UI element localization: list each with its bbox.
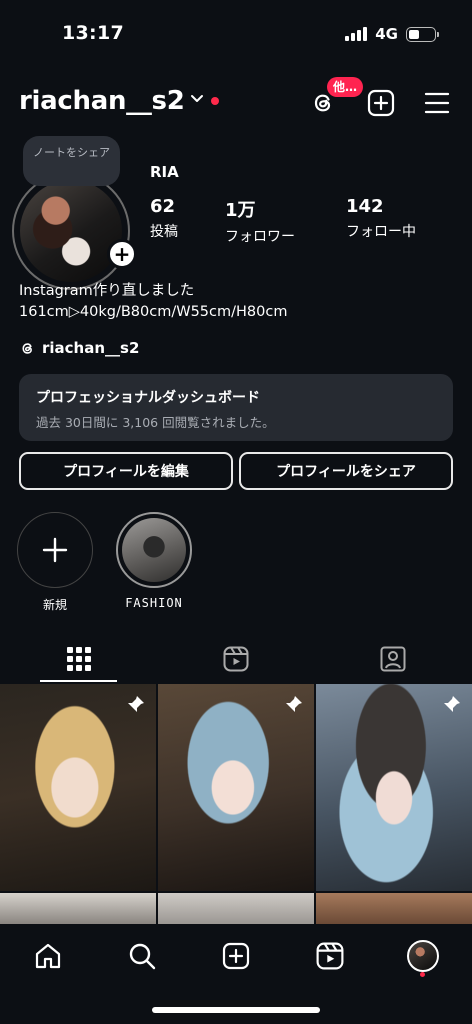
pin-icon [444, 696, 460, 712]
stat-label: 投稿 [150, 224, 178, 240]
threads-profile-link[interactable]: riachan__s2 [19, 339, 139, 357]
tab-profile[interactable] [398, 936, 448, 976]
highlight-fashion[interactable]: FASHION [115, 512, 193, 610]
account-switcher[interactable]: riachan__s2 [19, 86, 185, 116]
professional-dashboard[interactable]: プロフェッショナルダッシュボード 過去 30日間に 3,106 回閲覧されました… [19, 374, 453, 441]
stat-value: 1万 [225, 200, 256, 221]
threads-icon [22, 342, 32, 354]
signal-icon [345, 27, 368, 41]
battery-icon [406, 26, 439, 42]
stat-following[interactable]: 142 フォロー中 [346, 196, 416, 241]
tab-reels-nav[interactable] [305, 936, 355, 976]
avatar [407, 940, 439, 972]
highlight-circle [116, 512, 192, 588]
post-thumbnail[interactable] [158, 684, 314, 891]
highlight-label: FASHION [125, 596, 183, 610]
home-indicator[interactable] [152, 1007, 320, 1013]
menu-icon[interactable] [424, 90, 450, 116]
tab-home[interactable] [23, 936, 73, 976]
stat-label: フォロー中 [346, 224, 416, 240]
highlight-new[interactable]: 新規 [16, 512, 94, 613]
dashboard-subtitle: 過去 30日間に 3,106 回閲覧されました。 [36, 415, 275, 430]
status-bar: 13:17 4G [0, 0, 472, 66]
display-name: RIA [150, 163, 179, 181]
edit-profile-button[interactable]: プロフィールを編集 [19, 452, 233, 490]
profile-bio: Instagram作り直しました 161cm▷40kg/B80cm/W55cm/… [19, 281, 287, 323]
post-thumbnail[interactable] [0, 684, 156, 891]
create-icon [222, 942, 250, 970]
profile-header: riachan__s2 他… [0, 77, 472, 124]
active-tab-indicator [40, 680, 117, 682]
stat-value: 62 [150, 196, 176, 217]
tab-tagged[interactable] [314, 636, 471, 682]
share-profile-button[interactable]: プロフィールをシェア [239, 452, 453, 490]
post-thumbnail[interactable] [316, 893, 472, 924]
tab-posts[interactable] [0, 636, 157, 682]
status-time: 13:17 [62, 22, 124, 44]
tab-search[interactable] [117, 936, 167, 976]
bio-line: Instagram作り直しました [19, 283, 195, 299]
post-thumbnail[interactable] [316, 684, 472, 891]
tab-reels[interactable] [157, 636, 314, 682]
post-thumbnail[interactable] [0, 893, 156, 924]
tagged-icon [380, 646, 405, 672]
status-indicators: 4G [345, 25, 439, 43]
stat-followers[interactable]: 1万 フォロワー [225, 196, 295, 246]
reels-icon [223, 646, 248, 672]
pin-icon [128, 696, 144, 712]
posts-grid [0, 684, 472, 924]
tab-create[interactable] [211, 936, 261, 976]
reels-icon [316, 942, 344, 970]
grid-icon [66, 647, 91, 671]
stat-posts[interactable]: 62 投稿 [150, 196, 178, 241]
bio-line: 161cm▷40kg/B80cm/W55cm/H80cm [19, 304, 288, 320]
network-type: 4G [375, 25, 398, 43]
add-story-icon[interactable]: + [107, 239, 137, 269]
create-post-icon[interactable] [366, 88, 396, 118]
notification-dot [420, 972, 425, 977]
plus-icon [42, 537, 68, 563]
post-thumbnail[interactable] [158, 893, 314, 924]
avatar [20, 180, 122, 282]
profile-tabs [0, 636, 472, 682]
stat-value: 142 [346, 196, 384, 217]
highlight-label: 新規 [42, 598, 67, 612]
threads-badge[interactable]: 他… [327, 77, 364, 97]
profile-avatar[interactable]: + [12, 172, 137, 290]
notification-dot [211, 97, 219, 105]
highlight-cover [122, 518, 186, 582]
search-icon [129, 943, 156, 970]
stat-label: フォロワー [225, 229, 295, 245]
chevron-down-icon[interactable] [190, 94, 204, 104]
home-icon [35, 943, 61, 969]
threads-handle: riachan__s2 [42, 339, 140, 357]
new-highlight-circle [17, 512, 93, 588]
pin-icon [286, 696, 302, 712]
dashboard-title: プロフェッショナルダッシュボード [36, 390, 260, 406]
note-bubble[interactable]: ノートをシェア [23, 136, 120, 186]
